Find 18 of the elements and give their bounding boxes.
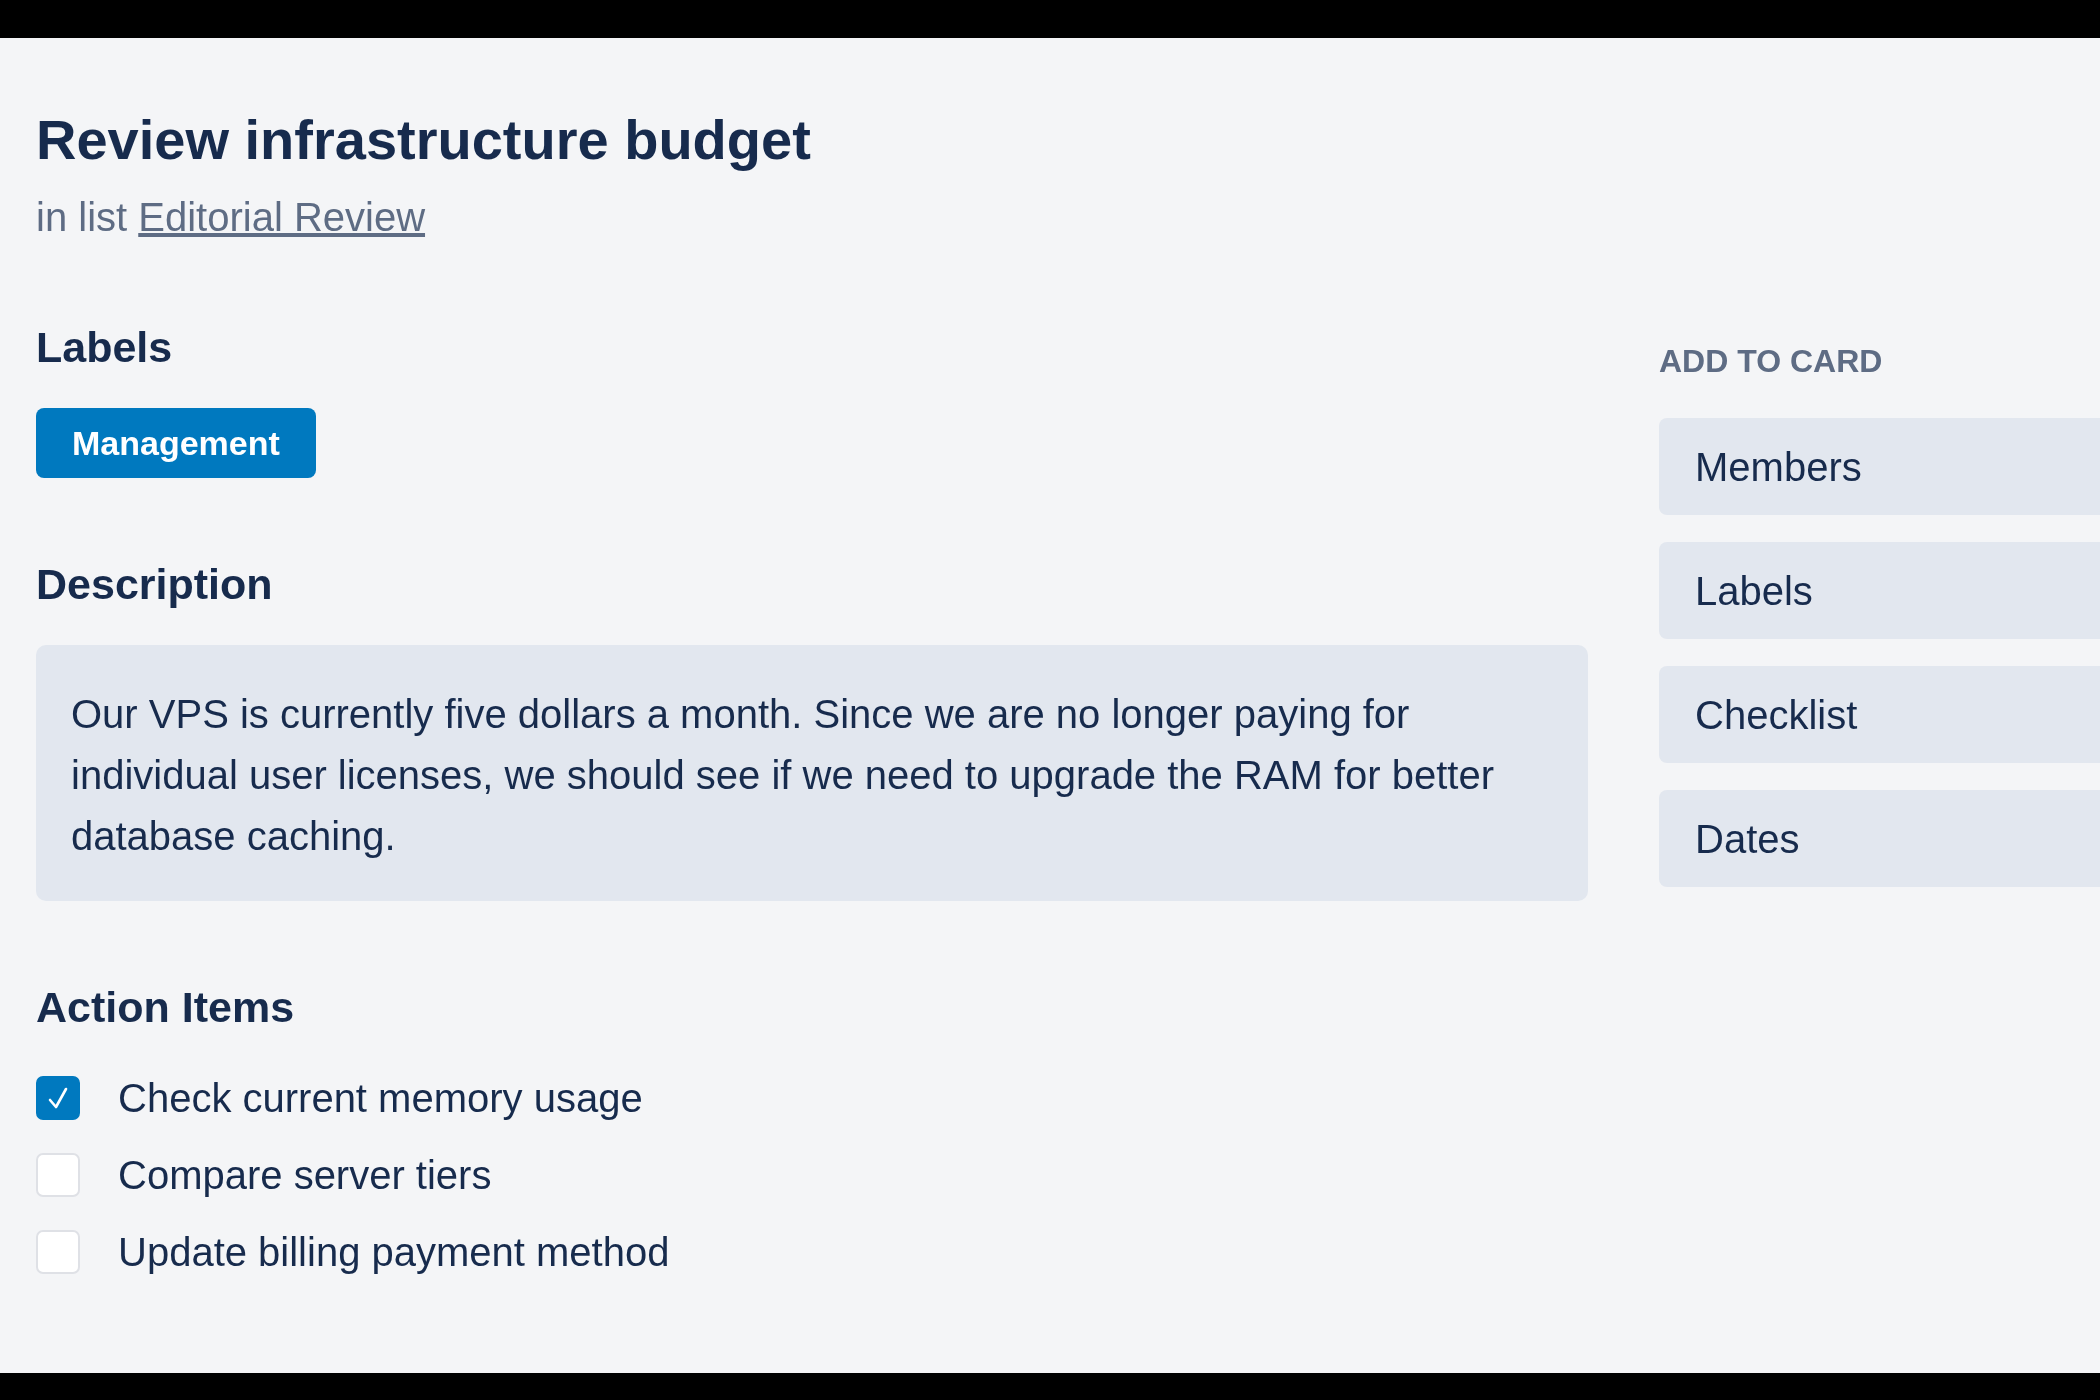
- add-to-card-button[interactable]: Members: [1659, 418, 2100, 515]
- list-info: in list Editorial Review: [36, 194, 426, 241]
- checklist-item-text: Check current memory usage: [118, 1076, 643, 1120]
- label-tag[interactable]: Management: [36, 408, 316, 478]
- description-text: Our VPS is currently five dollars a month. Since we are no longer paying for individual user licenses, we should see if we need to upgrade the RAM for better database caching.: [71, 691, 1496, 860]
- section-heading: Action Items: [36, 982, 295, 1033]
- add-to-card-button[interactable]: Labels: [1659, 542, 2100, 639]
- section-heading: Labels: [36, 322, 173, 373]
- card-title: Review infrastructure budget: [36, 107, 811, 173]
- checklist-item-text: Update billing payment method: [118, 1230, 670, 1274]
- checkbox[interactable]: [36, 1076, 80, 1120]
- list-link[interactable]: Editorial Review: [138, 195, 426, 239]
- add-to-card-button[interactable]: Checklist: [1659, 666, 2100, 763]
- section-heading: Description: [36, 559, 273, 610]
- check-icon: [48, 1087, 68, 1109]
- sidebar-heading: ADD TO CARD: [1659, 342, 1883, 380]
- add-to-card-button[interactable]: Dates: [1659, 790, 2100, 887]
- checklist-item-text: Compare server tiers: [118, 1153, 492, 1197]
